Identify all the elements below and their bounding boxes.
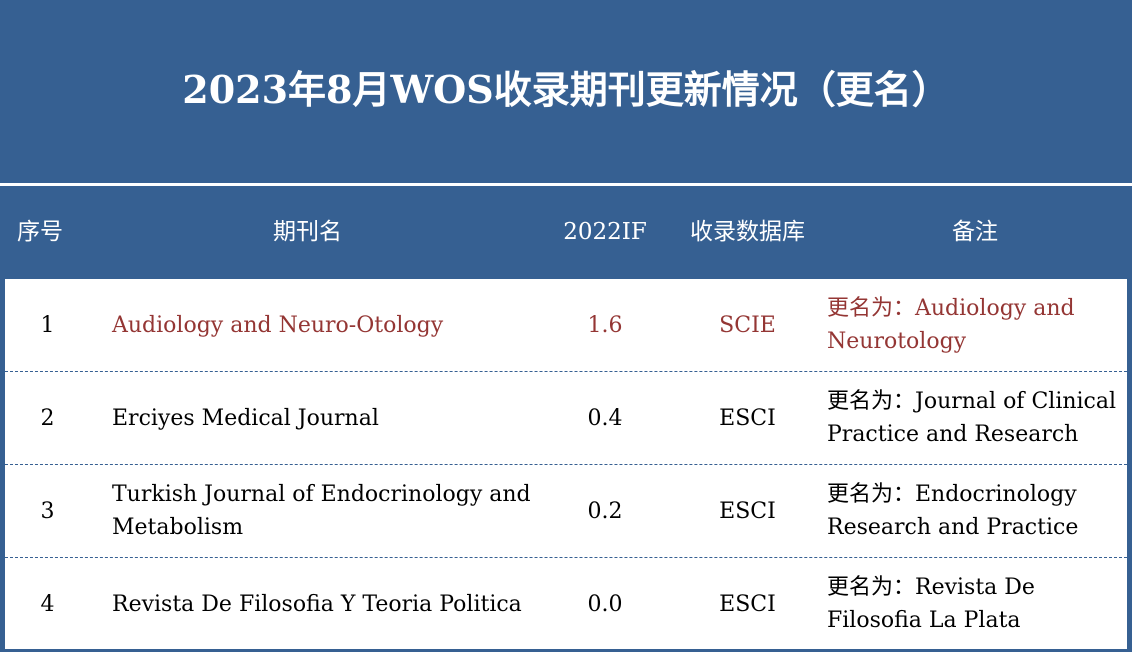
row-journal: Audiology and Neuro-Otology bbox=[112, 312, 444, 338]
table-header: 序号 期刊名 2022IF 收录数据库 备注 bbox=[0, 186, 1132, 279]
row-database: ESCI bbox=[719, 405, 776, 431]
table-border-left bbox=[0, 279, 5, 652]
row-if: 0.4 bbox=[587, 405, 623, 431]
header-journal: 期刊名 bbox=[273, 219, 342, 245]
journal-update-table: 2023年8月WOS收录期刊更新情况（更名） 序号 期刊名 2022IF 收录数… bbox=[0, 0, 1132, 652]
row-note: 更名为：Endocrinology Research and Practice bbox=[827, 482, 1079, 540]
row-journal: Revista De Filosofia Y Teoria Politica bbox=[112, 591, 522, 617]
header-index: 序号 bbox=[17, 219, 63, 245]
row-note: 更名为：Revista De Filosofia La Plata bbox=[827, 575, 1035, 633]
row-index: 4 bbox=[40, 591, 55, 617]
row-database: SCIE bbox=[719, 312, 776, 338]
row-note: 更名为：Audiology and Neurotology bbox=[827, 296, 1075, 354]
page-title: 2023年8月WOS收录期刊更新情况（更名） bbox=[182, 67, 950, 112]
row-if: 0.2 bbox=[587, 498, 623, 524]
row-database: ESCI bbox=[719, 591, 776, 617]
row-journal: Erciyes Medical Journal bbox=[112, 405, 379, 431]
header-note: 备注 bbox=[952, 219, 998, 245]
row-note: 更名为：Journal of Clinical Practice and Res… bbox=[827, 389, 1117, 447]
table-border-right bbox=[1127, 279, 1132, 652]
header-if: 2022IF bbox=[563, 219, 647, 245]
row-database: ESCI bbox=[719, 498, 776, 524]
title-band: 2023年8月WOS收录期刊更新情况（更名） bbox=[0, 0, 1132, 183]
row-index: 3 bbox=[40, 498, 55, 524]
row-index: 2 bbox=[40, 405, 55, 431]
row-journal: Turkish Journal of Endocrinology and Met… bbox=[112, 482, 531, 540]
row-index: 1 bbox=[40, 312, 55, 338]
row-if: 1.6 bbox=[587, 312, 623, 338]
row-if: 0.0 bbox=[587, 591, 623, 617]
header-database: 收录数据库 bbox=[690, 219, 805, 245]
